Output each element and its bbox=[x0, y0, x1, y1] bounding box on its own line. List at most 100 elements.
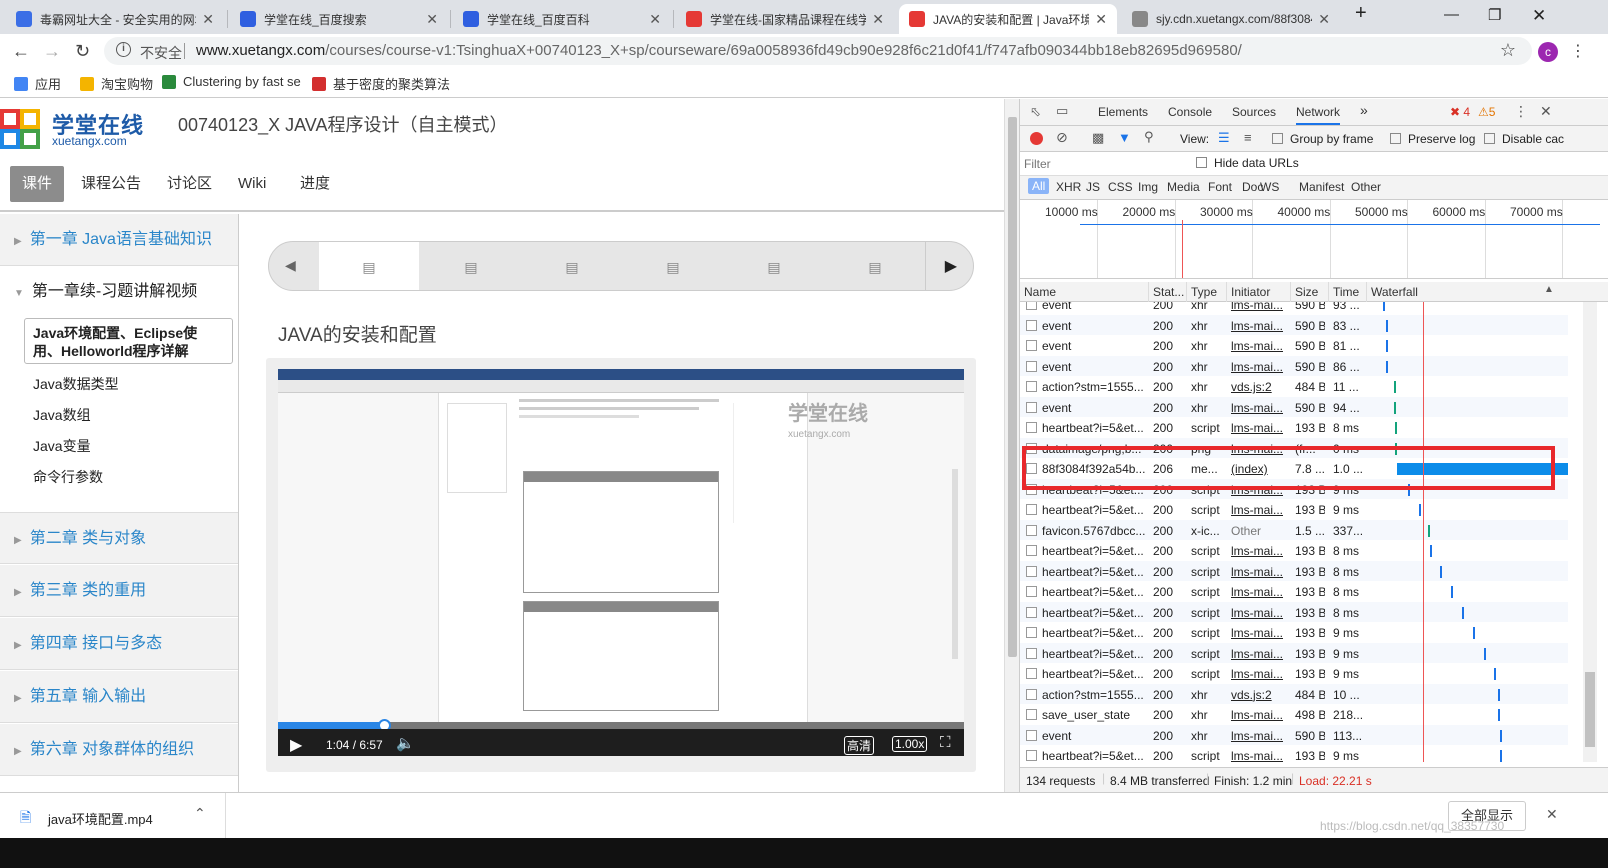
request-row[interactable]: event 200 xhr lms-mai... 590 B 113... bbox=[1020, 724, 1568, 745]
request-row[interactable]: event 200 xhr lms-mai... 590 B 83 ... bbox=[1020, 314, 1568, 335]
request-row[interactable]: event 200 xhr lms-mai... 590 B 86 ... bbox=[1020, 355, 1568, 376]
cell-initiator[interactable]: lms-mai... bbox=[1231, 647, 1287, 661]
reload-icon[interactable]: ↻ bbox=[75, 41, 90, 62]
cell-initiator[interactable]: lms-mai... bbox=[1231, 503, 1287, 517]
more-tabs-icon[interactable]: » bbox=[1360, 102, 1368, 118]
request-row[interactable]: save_user_state 200 xhr lms-mai... 498 B 218.… bbox=[1020, 704, 1568, 725]
cell-initiator[interactable]: lms-mai... bbox=[1231, 360, 1287, 374]
fullscreen-icon[interactable]: ⛶ bbox=[940, 734, 951, 751]
warning-count[interactable]: ⚠5 bbox=[1478, 105, 1495, 119]
cell-initiator[interactable]: lms-mai... bbox=[1231, 749, 1287, 762]
cell-initiator[interactable]: Other bbox=[1231, 524, 1287, 538]
type-filter-manifest[interactable]: Manifest bbox=[1299, 180, 1344, 194]
seq-item[interactable]: ▤ bbox=[522, 242, 622, 290]
site-logo[interactable]: 学堂在线 xuetangx.com bbox=[0, 107, 150, 151]
disable-cache-checkbox[interactable] bbox=[1484, 133, 1495, 144]
next-arrow-icon[interactable]: ▶ bbox=[945, 256, 957, 276]
request-row[interactable]: event 200 xhr lms-mai... 590 B 93 ... bbox=[1020, 302, 1568, 315]
video-progress[interactable] bbox=[278, 719, 964, 732]
address-bar[interactable]: i 不安全 www.xuetangx.com/courses/course-v1… bbox=[104, 37, 1532, 65]
filter-icon[interactable]: ▼ bbox=[1118, 130, 1131, 145]
browser-tab[interactable]: 毒霸网址大全 - 安全实用的网址导航 ✕ bbox=[6, 4, 224, 34]
cell-initiator[interactable]: vds.js:2 bbox=[1231, 380, 1287, 394]
cell-initiator[interactable]: lms-mai... bbox=[1231, 421, 1287, 435]
forward-icon[interactable]: → bbox=[43, 41, 61, 62]
type-filter-css[interactable]: CSS bbox=[1108, 180, 1133, 194]
devtools-close-icon[interactable]: ✕ bbox=[1540, 103, 1552, 120]
browser-tab[interactable]: JAVA的安装和配置 | Java环境配置 ✕ bbox=[899, 4, 1117, 34]
profile-avatar[interactable]: c bbox=[1538, 42, 1558, 62]
chevron-up-icon[interactable]: ⌃ bbox=[194, 805, 206, 822]
close-tab-icon[interactable]: ✕ bbox=[872, 11, 884, 28]
request-row[interactable]: heartbeat?i=5&et... 200 script lms-mai... 19… bbox=[1020, 560, 1568, 581]
col-status[interactable]: Stat... bbox=[1153, 285, 1184, 299]
type-filter-xhr[interactable]: XHR bbox=[1056, 180, 1081, 194]
cell-initiator[interactable]: lms-mai... bbox=[1231, 544, 1287, 558]
close-tab-icon[interactable]: ✕ bbox=[426, 11, 438, 28]
play-icon[interactable]: ▶ bbox=[290, 735, 302, 755]
clear-icon[interactable]: ⊘ bbox=[1056, 129, 1068, 146]
bookmark-item[interactable]: 基于密度的聚类算法 bbox=[312, 74, 450, 93]
browser-tab[interactable]: 学堂在线_百度百科 ✕ bbox=[453, 4, 671, 34]
browser-tab[interactable]: 学堂在线_百度搜索 ✕ bbox=[230, 4, 448, 34]
close-tab-icon[interactable]: ✕ bbox=[649, 11, 661, 28]
chapter-1[interactable]: ▶ 第一章 Java语言基础知识 bbox=[0, 214, 238, 266]
type-filter-media[interactable]: Media bbox=[1167, 180, 1200, 194]
col-waterfall[interactable]: Waterfall bbox=[1371, 285, 1418, 299]
browser-tab[interactable]: sjy.cdn.xuetangx.com/88f3084f392a54b ✕ bbox=[1122, 4, 1340, 34]
chapter-5[interactable]: ▶ 第五章 输入输出 bbox=[0, 671, 238, 723]
cell-initiator[interactable]: lms-mai... bbox=[1231, 626, 1287, 640]
sort-ascending-icon[interactable]: ▲ bbox=[1544, 284, 1554, 295]
tab-network[interactable]: Network bbox=[1296, 105, 1341, 125]
bookmark-item[interactable]: Clustering by fast se bbox=[162, 74, 301, 89]
seq-item[interactable]: ▤ bbox=[724, 242, 824, 290]
close-tab-icon[interactable]: ✕ bbox=[1318, 11, 1330, 28]
speed-button[interactable]: 1.00x bbox=[892, 736, 928, 752]
cell-initiator[interactable]: lms-mai... bbox=[1231, 667, 1287, 681]
new-tab-button[interactable]: + bbox=[1355, 2, 1367, 25]
chapter-2[interactable]: ▶ 第二章 类与对象 bbox=[0, 512, 238, 564]
close-window-icon[interactable]: ✕ bbox=[1532, 6, 1546, 26]
minimize-icon[interactable]: — bbox=[1444, 6, 1459, 23]
request-row[interactable]: heartbeat?i=5&et... 200 script lms-mai... 19… bbox=[1020, 745, 1568, 762]
type-filter-all[interactable]: All bbox=[1028, 178, 1050, 194]
preserve-log-checkbox[interactable] bbox=[1390, 133, 1401, 144]
filter-input[interactable] bbox=[1024, 155, 1182, 173]
section-selected[interactable]: Java环境配置、Eclipse使用、Helloworld程序详解 bbox=[24, 318, 233, 364]
type-filter-font[interactable]: Font bbox=[1208, 180, 1232, 194]
url-text[interactable]: www.xuetangx.com/courses/course-v1:Tsing… bbox=[196, 42, 1242, 59]
cell-initiator[interactable]: lms-mai... bbox=[1231, 319, 1287, 333]
requests-scrollbar[interactable] bbox=[1583, 302, 1597, 762]
close-downloads-icon[interactable]: ✕ bbox=[1546, 806, 1558, 823]
request-row[interactable]: heartbeat?i=5&et... 200 script lms-mai... 19… bbox=[1020, 601, 1568, 622]
type-filter-js[interactable]: JS bbox=[1086, 180, 1100, 194]
quality-button[interactable]: 高清 bbox=[844, 736, 875, 755]
request-row[interactable]: action?stm=1555... 200 xhr vds.js:2 484 B 11 … bbox=[1020, 376, 1568, 397]
nav-courseware[interactable]: 课件 bbox=[10, 166, 65, 202]
record-icon[interactable] bbox=[1030, 132, 1043, 145]
type-filter-img[interactable]: Img bbox=[1138, 180, 1158, 194]
tab-sources[interactable]: Sources bbox=[1232, 105, 1276, 119]
request-row[interactable]: heartbeat?i=5&et... 200 script lms-mai... 19… bbox=[1020, 417, 1568, 438]
search-icon[interactable]: ⚲ bbox=[1144, 129, 1154, 145]
cell-initiator[interactable]: vds.js:2 bbox=[1231, 688, 1287, 702]
nav-wiki[interactable]: Wiki bbox=[226, 166, 278, 202]
section-item[interactable]: Java数组 bbox=[33, 405, 91, 425]
seq-item[interactable]: ▤ bbox=[623, 242, 723, 290]
chapter-3[interactable]: ▶ 第三章 类的重用 bbox=[0, 565, 238, 617]
tab-elements[interactable]: Elements bbox=[1098, 105, 1148, 119]
request-row[interactable]: heartbeat?i=5&et... 200 script lms-mai... 19… bbox=[1020, 642, 1568, 663]
info-icon[interactable]: i bbox=[116, 42, 131, 57]
close-tab-icon[interactable]: ✕ bbox=[202, 11, 214, 28]
col-initiator[interactable]: Initiator bbox=[1231, 285, 1270, 299]
bookmark-item[interactable]: 淘宝购物 bbox=[80, 74, 153, 93]
overview-icon[interactable]: ≡ bbox=[1244, 130, 1252, 145]
scrollbar-thumb[interactable] bbox=[1585, 672, 1595, 747]
hide-data-urls-checkbox[interactable] bbox=[1196, 157, 1207, 168]
cell-initiator[interactable]: lms-mai... bbox=[1231, 302, 1287, 312]
type-filter-other[interactable]: Other bbox=[1351, 180, 1381, 194]
network-overview[interactable]: 10000 ms 20000 ms 30000 ms 40000 ms 50000 ms… bbox=[1020, 200, 1608, 279]
capture-screenshots-icon[interactable]: ▩ bbox=[1092, 130, 1104, 146]
request-row[interactable]: heartbeat?i=5&et... 200 script lms-mai... 19… bbox=[1020, 499, 1568, 520]
request-row[interactable]: favicon.5767dbcc... 200 x-ic... Other 1.5 ..… bbox=[1020, 519, 1568, 540]
